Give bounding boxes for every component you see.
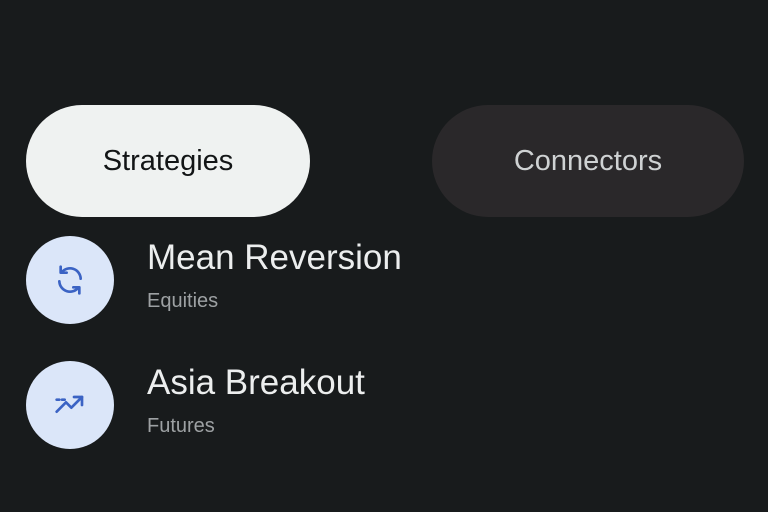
strategy-title: Asia Breakout [147, 363, 365, 402]
tab-strategies-label: Strategies [102, 144, 234, 177]
avatar [26, 236, 114, 324]
strategy-subtitle: Futures [147, 415, 215, 437]
strategy-title: Mean Reversion [147, 238, 402, 277]
tab-connectors[interactable]: Connectors [432, 105, 744, 217]
refresh-icon [58, 265, 82, 295]
tab-strategies[interactable]: Strategies [26, 105, 310, 217]
app-screen: Strategies Connectors Mean Reversion Equ… [0, 0, 768, 512]
avatar [26, 361, 114, 449]
list-item[interactable]: Asia Breakout Futures [26, 361, 726, 451]
list-item[interactable]: Mean Reversion Equities [26, 236, 726, 326]
tab-connectors-label: Connectors [513, 144, 663, 177]
trending-up-icon [55, 395, 84, 413]
strategy-subtitle: Equities [147, 290, 219, 312]
